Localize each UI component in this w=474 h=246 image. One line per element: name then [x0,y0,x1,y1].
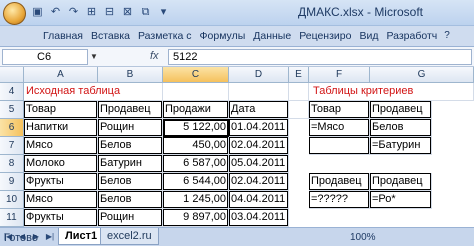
criteria2-header-seller-2[interactable]: Продавец [370,173,432,191]
cell-c4[interactable] [163,83,229,101]
header-cell-product[interactable]: Товар [24,101,98,119]
formula-bar: C6 ▼ fx 5122 [0,47,474,67]
quick-access-toolbar: ▣ ↶ ↷ ⊞ ⊟ ⊠ ⧉ ▾ [30,5,171,20]
qat-tool-icon-3[interactable]: ⊠ [120,5,135,20]
header-cell-date[interactable]: Дата [229,101,289,119]
select-all-corner[interactable] [0,67,24,83]
save-icon[interactable]: ▣ [30,5,45,20]
spreadsheet-grid: A B C D E F G 4 5 6 7 8 9 10 11 Исходная… [0,67,474,227]
cell-c8[interactable]: 6 587,00 [163,155,229,173]
cell-d9[interactable]: 02.04.2011 [229,173,289,191]
criteria1-cell-f7[interactable] [309,137,370,155]
criteria1-cell-g7[interactable]: =Батурин [370,137,432,155]
help-icon[interactable]: ? [444,30,456,42]
cell-e5[interactable] [289,101,309,119]
cell-a4-title[interactable]: Исходная таблица [24,83,163,101]
column-header-b[interactable]: B [98,67,163,83]
ribbon-tabs: Главная Вставка Разметка с Формулы Данны… [0,26,474,47]
cell-c7[interactable]: 450,00 [163,137,229,155]
tab-data[interactable]: Данные [250,30,294,42]
cell-e4[interactable] [289,83,309,101]
criteria1-cell-f6[interactable]: =Мясо [309,119,370,137]
criteria2-cell-f10[interactable]: =????? [309,191,370,209]
qat-tool-icon[interactable]: ⊞ [84,5,99,20]
cell-c10[interactable]: 1 245,00 [163,191,229,209]
window-title: ДМАКС.xlsx - Microsoft [298,5,423,19]
office-button[interactable] [3,2,26,25]
tab-view[interactable]: Вид [356,30,381,42]
column-header-f[interactable]: F [309,67,370,83]
column-header-c[interactable]: C [163,67,229,83]
row-header-11[interactable]: 11 [0,209,24,227]
function-icon[interactable]: fx [150,50,159,62]
cell-c11[interactable]: 9 897,00 [163,209,229,227]
qat-tool-icon-4[interactable]: ⧉ [138,5,153,20]
tab-insert[interactable]: Вставка [88,30,133,42]
column-header-g[interactable]: G [370,67,474,83]
row-header-6[interactable]: 6 [0,119,24,137]
cell-a8[interactable]: Молоко [24,155,98,173]
undo-icon[interactable]: ↶ [48,5,63,20]
row-header-8[interactable]: 8 [0,155,24,173]
tab-page-layout[interactable]: Разметка с [135,30,195,42]
criteria2-cell-g10[interactable]: =Ро* [370,191,432,209]
header-cell-sales[interactable]: Продажи [163,101,229,119]
cell-a9[interactable]: Фрукты [24,173,98,191]
cell-d7[interactable]: 02.04.2011 [229,137,289,155]
header-cell-seller[interactable]: Продавец [98,101,163,119]
zoom-level[interactable]: 100% [350,232,376,243]
title-bar: ▣ ↶ ↷ ⊞ ⊟ ⊠ ⧉ ▾ ДМАКС.xlsx - Microsoft [0,0,474,26]
row-header-10[interactable]: 10 [0,191,24,209]
status-bar: Готово 100% [0,230,474,246]
criteria1-header-seller[interactable]: Продавец [370,101,432,119]
criteria2-header-seller-1[interactable]: Продавец [309,173,370,191]
cell-a7[interactable]: Мясо [24,137,98,155]
tab-review[interactable]: Рецензиро [296,30,354,42]
column-header-a[interactable]: A [24,67,98,83]
status-ready: Готово [4,232,38,244]
tab-developer[interactable]: Разработч [383,30,440,42]
cell-b8[interactable]: Батурин [98,155,163,173]
column-header-d[interactable]: D [229,67,289,83]
cell-d11[interactable]: 03.04.2011 [229,209,289,227]
cell-d4[interactable] [229,83,289,101]
column-header-e[interactable]: E [289,67,309,83]
tab-formulas[interactable]: Формулы [197,30,249,42]
qat-dropdown-icon[interactable]: ▾ [156,5,171,20]
qat-tool-icon-2[interactable]: ⊟ [102,5,117,20]
row-header-7[interactable]: 7 [0,137,24,155]
cell-b10[interactable]: Белов [98,191,163,209]
cell-c6-selected[interactable]: 5 122,00 [163,119,229,137]
row-header-5[interactable]: 5 [0,101,24,119]
cell-b6[interactable]: Рощин [98,119,163,137]
criteria1-header-product[interactable]: Товар [309,101,370,119]
cell-d6[interactable]: 01.04.2011 [229,119,289,137]
row-header-9[interactable]: 9 [0,173,24,191]
name-box[interactable]: C6 [2,49,88,65]
redo-icon[interactable]: ↷ [66,5,81,20]
cell-d8[interactable]: 05.04.2011 [229,155,289,173]
cell-c9[interactable]: 6 544,00 [163,173,229,191]
cell-b7[interactable]: Белов [98,137,163,155]
cell-d10[interactable]: 04.04.2011 [229,191,289,209]
criteria1-cell-g6[interactable]: Белов [370,119,432,137]
cell-a11[interactable]: Фрукты [24,209,98,227]
tab-home[interactable]: Главная [40,30,86,42]
chevron-down-icon[interactable]: ▼ [90,52,98,61]
formula-input[interactable]: 5122 [168,49,472,65]
row-header-4[interactable]: 4 [0,83,24,101]
excel-window: ▣ ↶ ↷ ⊞ ⊟ ⊠ ⧉ ▾ ДМАКС.xlsx - Microsoft Г… [0,0,474,246]
cell-a10[interactable]: Мясо [24,191,98,209]
cell-a6[interactable]: Напитки [24,119,98,137]
cell-b11[interactable]: Рощин [98,209,163,227]
cell-f4-title[interactable]: Таблицы критериев [309,83,474,101]
cell-b9[interactable]: Белов [98,173,163,191]
